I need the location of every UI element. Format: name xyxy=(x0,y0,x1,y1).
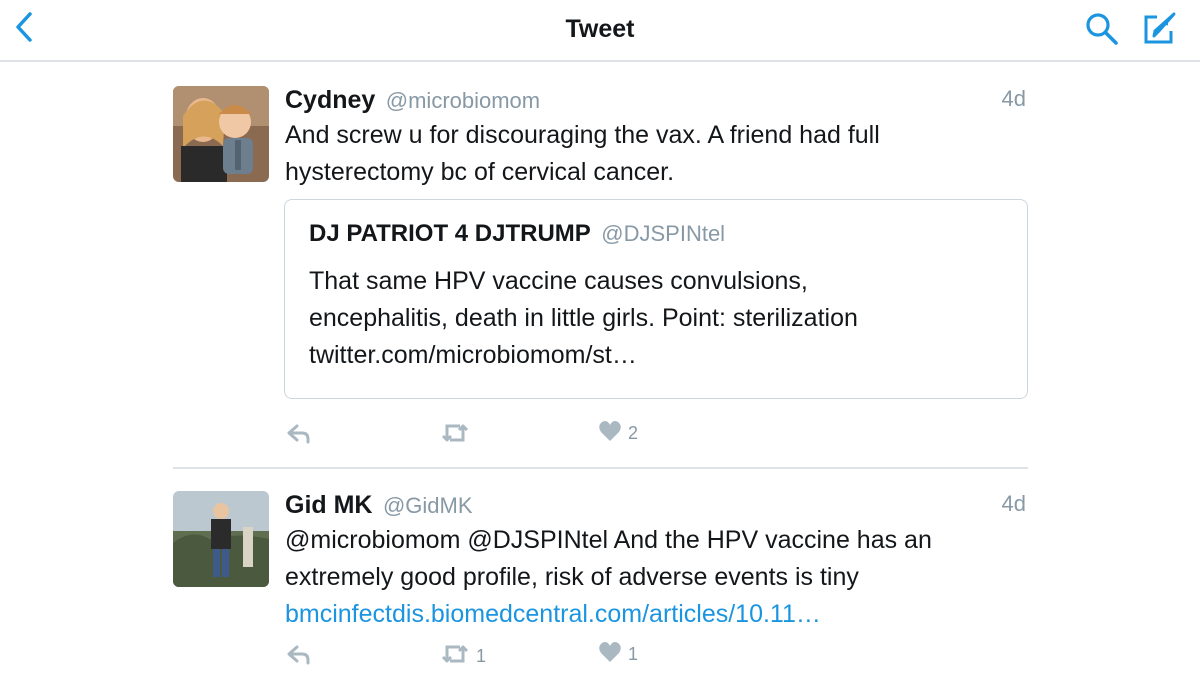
avatar[interactable] xyxy=(173,86,269,182)
page-title: Tweet xyxy=(565,15,635,43)
user-name[interactable]: Gid MK xyxy=(285,491,373,519)
user-handle[interactable]: @microbiomom xyxy=(386,88,540,113)
timestamp: 4d xyxy=(1001,491,1026,516)
reply-icon xyxy=(286,420,312,451)
heart-icon xyxy=(598,420,622,447)
reply-button[interactable] xyxy=(286,641,318,672)
like-button[interactable]: 2 xyxy=(598,420,638,447)
tweet-text: And screw u for discouraging the vax. A … xyxy=(285,117,1045,191)
like-button[interactable]: 1 xyxy=(598,641,638,668)
heart-icon xyxy=(598,641,622,668)
tweet-divider xyxy=(173,467,1028,469)
like-count: 2 xyxy=(628,423,639,443)
quoted-user-handle: @DJSPINtel xyxy=(601,221,726,246)
quoted-text-line: That same HPV vaccine causes convulsions… xyxy=(309,267,808,295)
quoted-tweet-text: That same HPV vaccine causes convulsions… xyxy=(309,263,1009,374)
retweet-button[interactable]: 1 xyxy=(440,641,486,672)
avatar[interactable] xyxy=(173,491,269,587)
user-handle[interactable]: @GidMK xyxy=(383,493,473,518)
tweet-text-line: hysterectomy bc of cervical cancer. xyxy=(285,158,675,186)
retweet-button[interactable] xyxy=(440,420,476,451)
like-count: 1 xyxy=(628,644,639,664)
retweet-icon xyxy=(440,420,470,451)
tweet-text-line: And screw u for discouraging the vax. A … xyxy=(285,121,880,149)
quoted-text-line: twitter.com/microbiomom/st… xyxy=(309,341,637,369)
tweet-header: Gid MK @GidMK xyxy=(285,491,473,523)
quoted-user-name: DJ PATRIOT 4 DJTRUMP xyxy=(309,220,591,247)
tweet-text: @microbiomom @DJSPINtel And the HPV vacc… xyxy=(285,522,1045,633)
quoted-text-line: encephalitis, death in little girls. Poi… xyxy=(309,304,858,332)
tweet[interactable]: Cydney @microbiomom 4d And screw u for d… xyxy=(0,86,1200,466)
timestamp: 4d xyxy=(1001,86,1026,111)
quoted-tweet-header: DJ PATRIOT 4 DJTRUMP @DJSPINtel xyxy=(309,220,725,248)
tweet-actions: 2 xyxy=(0,420,1200,450)
search-icon[interactable] xyxy=(1084,11,1120,47)
tweet-text-line: extremely good profile, risk of adverse … xyxy=(285,563,859,591)
retweet-count: 1 xyxy=(476,646,487,666)
user-name[interactable]: Cydney xyxy=(285,86,375,114)
quoted-tweet[interactable]: DJ PATRIOT 4 DJTRUMP @DJSPINtel That sam… xyxy=(284,199,1028,399)
tweet-link[interactable]: bmcinfectdis.biomedcentral.com/articles/… xyxy=(285,596,1045,633)
tweet-actions: 1 1 xyxy=(0,641,1200,671)
tweet[interactable]: Gid MK @GidMK 4d @microbiomom @DJSPINtel… xyxy=(0,491,1200,679)
reply-icon xyxy=(286,641,312,672)
reply-button[interactable] xyxy=(286,420,318,451)
retweet-icon xyxy=(440,641,470,672)
tweet-header: Cydney @microbiomom xyxy=(285,86,540,118)
navigation-bar: Tweet xyxy=(0,0,1200,62)
tweet-text-line: @microbiomom @DJSPINtel And the HPV vacc… xyxy=(285,526,932,554)
compose-icon[interactable] xyxy=(1140,10,1178,48)
